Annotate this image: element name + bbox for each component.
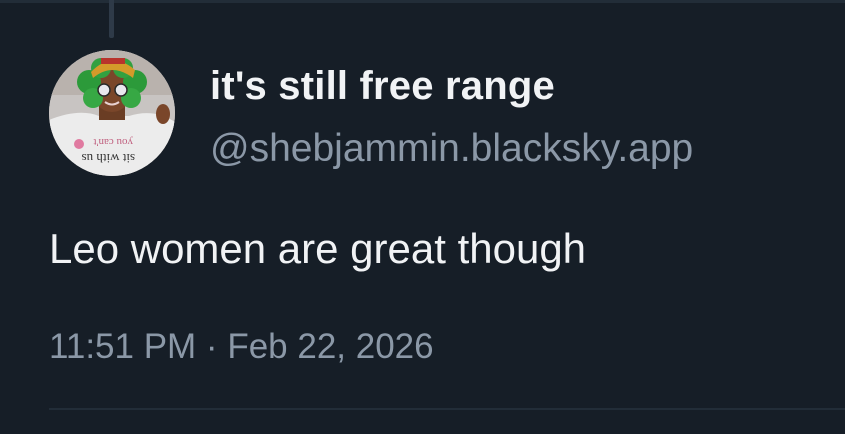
avatar-image: you can't sit with us	[49, 50, 175, 176]
author-handle[interactable]: @shebjammin.blacksky.app	[210, 127, 693, 171]
thread-connector-line	[109, 0, 114, 38]
top-divider	[0, 0, 845, 3]
post-text: Leo women are great though	[49, 225, 587, 272]
avatar-shirt-text-2: sit with us	[82, 151, 135, 166]
post-timestamp[interactable]: 11:51 PM · Feb 22, 2026	[49, 327, 434, 367]
bottom-divider	[49, 408, 845, 410]
avatar[interactable]: you can't sit with us	[49, 50, 175, 176]
avatar-shirt-text-1: you can't	[93, 136, 133, 148]
author-display-name[interactable]: it's still free range	[210, 64, 555, 109]
